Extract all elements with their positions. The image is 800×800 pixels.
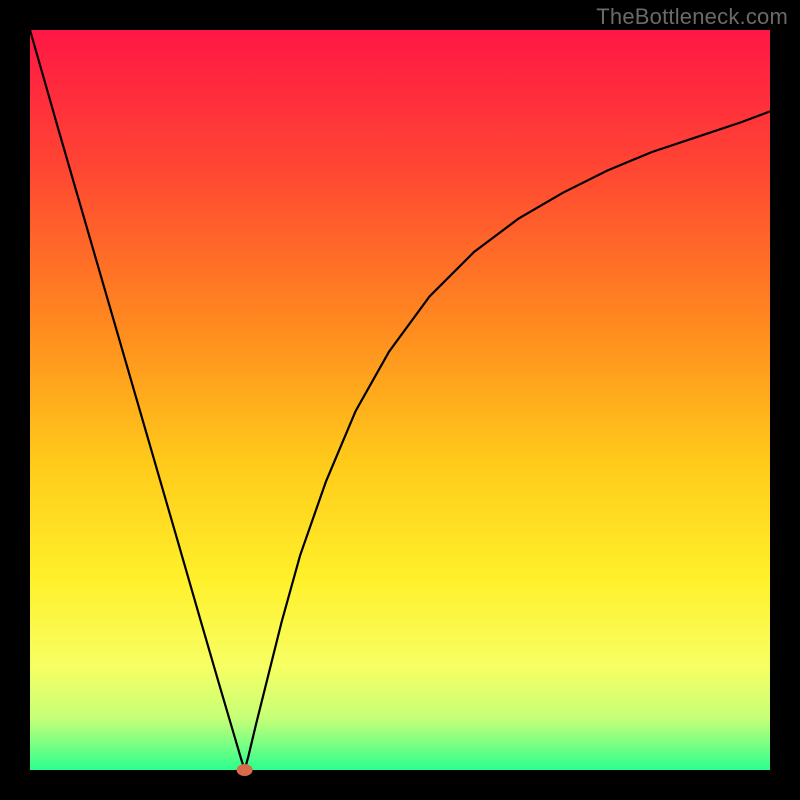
watermark-text: TheBottleneck.com — [596, 4, 788, 30]
chart-container: TheBottleneck.com — [0, 0, 800, 800]
optimum-marker — [237, 764, 253, 776]
plot-background — [30, 30, 770, 770]
bottleneck-chart — [0, 0, 800, 800]
